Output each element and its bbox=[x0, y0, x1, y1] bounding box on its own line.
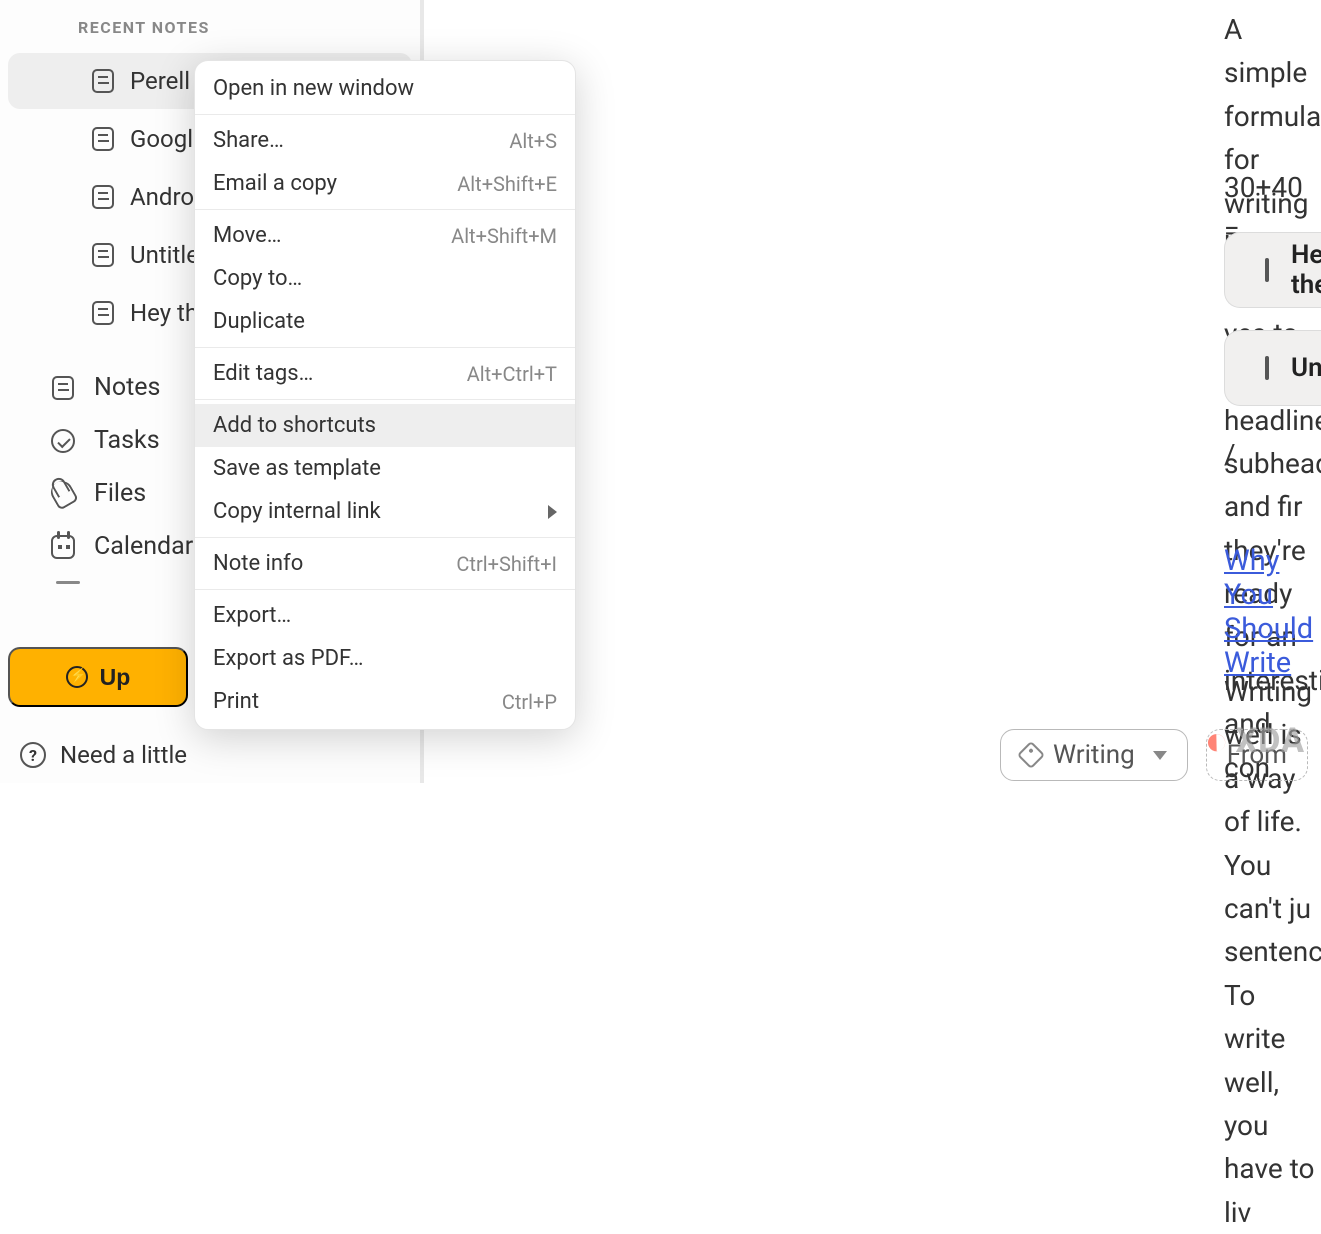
menu-separator bbox=[195, 114, 575, 115]
help-label: Need a little bbox=[60, 741, 187, 769]
menu-shortcut: Ctrl+P bbox=[502, 690, 557, 714]
menu-save-as-template[interactable]: Save as template bbox=[195, 447, 575, 490]
menu-open-new-window[interactable]: Open in new window bbox=[195, 67, 575, 110]
menu-shortcut: Ctrl+Shift+I bbox=[456, 552, 557, 576]
menu-duplicate[interactable]: Duplicate bbox=[195, 300, 575, 343]
zap-icon bbox=[66, 666, 88, 688]
note-icon bbox=[92, 301, 114, 325]
embedded-note-title: Hey there bbox=[1291, 240, 1321, 300]
menu-shortcut: Alt+S bbox=[509, 129, 557, 153]
slash-command-trigger[interactable]: / bbox=[1224, 438, 1236, 471]
help-icon: ? bbox=[20, 742, 46, 768]
menu-label: Export… bbox=[213, 603, 291, 628]
menu-export[interactable]: Export… bbox=[195, 594, 575, 637]
check-circle-icon bbox=[50, 428, 76, 454]
embedded-note-hey-there[interactable]: Hey there bbox=[1224, 232, 1321, 308]
menu-separator bbox=[195, 399, 575, 400]
menu-share[interactable]: Share… Alt+S bbox=[195, 119, 575, 162]
menu-label: Add to shortcuts bbox=[213, 413, 376, 438]
menu-label: Edit tags… bbox=[213, 361, 313, 386]
tag-from[interactable]: From bbox=[1206, 729, 1308, 781]
tag-label: From bbox=[1227, 740, 1287, 770]
context-menu: Open in new window Share… Alt+S Email a … bbox=[194, 60, 576, 730]
chevron-down-icon bbox=[1153, 751, 1167, 760]
nav-label: Files bbox=[94, 479, 146, 508]
menu-separator bbox=[195, 347, 575, 348]
help-link[interactable]: ? Need a little bbox=[0, 741, 420, 769]
menu-move[interactable]: Move… Alt+Shift+M bbox=[195, 214, 575, 257]
menu-add-to-shortcuts[interactable]: Add to shortcuts bbox=[195, 404, 575, 447]
menu-label: Export as PDF… bbox=[213, 646, 363, 671]
tag-icon bbox=[1017, 741, 1045, 769]
menu-note-info[interactable]: Note info Ctrl+Shift+I bbox=[195, 542, 575, 585]
menu-label: Move… bbox=[213, 223, 282, 248]
menu-label: Copy to… bbox=[213, 266, 302, 291]
menu-print[interactable]: Print Ctrl+P bbox=[195, 680, 575, 723]
collapsed-section-icon bbox=[56, 581, 80, 584]
note-icon bbox=[92, 185, 114, 209]
nav-label: Notes bbox=[94, 373, 160, 402]
tag-writing[interactable]: Writing bbox=[1000, 729, 1188, 781]
note-tags-row: Writing From bbox=[1000, 729, 1308, 781]
menu-label: Open in new window bbox=[213, 76, 414, 101]
upgrade-label: Up bbox=[100, 664, 131, 691]
menu-copy-to[interactable]: Copy to… bbox=[195, 257, 575, 300]
paperclip-icon bbox=[50, 481, 76, 507]
note-icon bbox=[92, 243, 114, 267]
embedded-note-untitled[interactable]: Untitled bbox=[1224, 330, 1321, 406]
menu-edit-tags[interactable]: Edit tags… Alt+Ctrl+T bbox=[195, 352, 575, 395]
menu-label: Copy internal link bbox=[213, 499, 381, 524]
menu-label: Email a copy bbox=[213, 171, 337, 196]
menu-separator bbox=[195, 537, 575, 538]
menu-separator bbox=[195, 209, 575, 210]
menu-separator bbox=[195, 589, 575, 590]
menu-shortcut: Alt+Ctrl+T bbox=[467, 362, 557, 386]
recent-note-label: Perell bbox=[130, 67, 190, 95]
note-icon bbox=[92, 69, 114, 93]
nav-label: Tasks bbox=[94, 426, 160, 455]
nav-label: Calendar bbox=[94, 532, 193, 561]
menu-shortcut: Alt+Shift+E bbox=[457, 172, 557, 196]
menu-label: Print bbox=[213, 689, 259, 714]
menu-email-copy[interactable]: Email a copy Alt+Shift+E bbox=[195, 162, 575, 205]
menu-export-pdf[interactable]: Export as PDF… bbox=[195, 637, 575, 680]
menu-shortcut: Alt+Shift+M bbox=[451, 224, 557, 248]
menu-label: Note info bbox=[213, 551, 303, 576]
embedded-note-title: Untitled bbox=[1291, 353, 1321, 383]
link-why-you-should-write[interactable]: Why You Should Write bbox=[1224, 544, 1321, 680]
note-icon bbox=[92, 127, 114, 151]
menu-label: Save as template bbox=[213, 456, 381, 481]
note-icon bbox=[1265, 356, 1269, 380]
note-icon bbox=[1265, 258, 1269, 282]
note-icon bbox=[50, 375, 76, 401]
recent-notes-header: RECENT NOTES bbox=[0, 0, 420, 51]
menu-copy-internal-link[interactable]: Copy internal link bbox=[195, 490, 575, 533]
upgrade-button[interactable]: Up bbox=[8, 647, 188, 707]
chevron-right-icon bbox=[548, 505, 557, 519]
calendar-icon bbox=[50, 534, 76, 560]
tag-label: Writing bbox=[1053, 740, 1135, 770]
menu-label: Share… bbox=[213, 128, 284, 153]
menu-label: Duplicate bbox=[213, 309, 305, 334]
